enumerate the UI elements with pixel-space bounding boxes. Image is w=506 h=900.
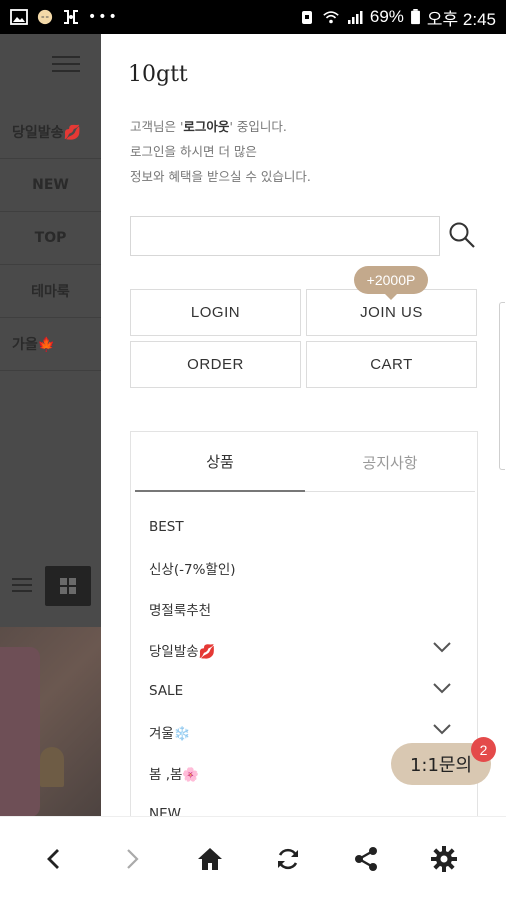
greeting-line: 정보와 혜택을 받으실 수 있습니다. xyxy=(130,169,311,184)
settings-button[interactable] xyxy=(424,841,464,877)
tab-notice[interactable]: 공지사항 xyxy=(305,432,475,492)
back-button[interactable] xyxy=(34,841,74,877)
bg-nav-item: 당일발송💋 xyxy=(0,106,101,159)
menu-icon xyxy=(52,56,80,77)
login-status: 로그아웃 xyxy=(183,119,230,134)
cart-button[interactable]: CART xyxy=(306,341,477,388)
category-item[interactable]: 당일발송💋 xyxy=(131,629,477,670)
order-button[interactable]: ORDER xyxy=(130,341,301,388)
refresh-button[interactable] xyxy=(268,841,308,877)
category-label: 당일발송💋 xyxy=(149,643,216,660)
login-button[interactable]: LOGIN xyxy=(130,289,301,336)
login-status-message: 고객님은 '로그아웃' 중입니다. 로그인을 하시면 더 많은 정보와 혜택을 … xyxy=(130,114,311,189)
side-drawer: 10gtt 고객님은 '로그아웃' 중입니다. 로그인을 하시면 더 많은 정보… xyxy=(101,34,506,816)
image-icon xyxy=(10,9,28,25)
product-image xyxy=(0,627,101,816)
chevron-down-icon[interactable] xyxy=(433,641,451,653)
signal-icon xyxy=(347,11,363,24)
view-toggle xyxy=(0,566,101,606)
wifi-icon xyxy=(323,11,339,24)
chevron-down-icon[interactable] xyxy=(433,682,451,694)
greeting-text: 고객님은 ' xyxy=(130,119,184,134)
search-input[interactable] xyxy=(130,216,440,256)
battery-icon xyxy=(410,9,420,25)
chevron-down-icon[interactable] xyxy=(433,723,451,735)
category-item[interactable]: 명절룩추천 xyxy=(131,588,477,629)
category-item[interactable]: BEST xyxy=(131,506,477,547)
grid-view-icon xyxy=(45,566,91,606)
category-item[interactable]: SALE xyxy=(131,670,477,711)
tab-bar: 상품 공지사항 xyxy=(135,432,475,492)
greeting-line: 로그인을 하시면 더 많은 xyxy=(130,144,257,159)
join-bonus-badge: +2000P xyxy=(354,266,428,300)
category-item[interactable]: NEW xyxy=(131,793,477,817)
battery-percent: 69% xyxy=(369,7,404,26)
home-button[interactable] xyxy=(190,841,230,877)
emoji-icon xyxy=(37,9,53,25)
forward-icon xyxy=(127,849,139,869)
alarm-icon xyxy=(301,11,312,24)
background-nav: 당일발송💋 NEW TOP 테마룩 가을🍁 xyxy=(0,106,101,371)
category-label: 봄 ,봄🌸 xyxy=(149,766,200,783)
scroll-indicator xyxy=(499,302,505,470)
search-icon[interactable] xyxy=(447,220,477,250)
share-button[interactable] xyxy=(346,841,386,877)
category-label: 명절룩추천 xyxy=(149,602,212,619)
category-label: NEW xyxy=(149,805,181,817)
unread-badge: 2 xyxy=(471,737,496,762)
background-page-overlay[interactable]: 당일발송💋 NEW TOP 테마룩 가을🍁 xyxy=(0,34,101,816)
clock: 오후 2:45 xyxy=(426,9,496,29)
category-label: 신상(-7%할인) xyxy=(149,561,236,578)
category-label: BEST xyxy=(149,518,184,535)
bg-nav-item: NEW xyxy=(0,159,101,212)
status-bar: ••• 69% 오후 2:45 xyxy=(0,0,506,34)
list-view-icon xyxy=(12,578,32,596)
category-label: 겨울❄️ xyxy=(149,725,191,742)
settings-icon xyxy=(431,846,457,872)
forward-button[interactable] xyxy=(112,841,152,877)
category-item[interactable]: 신상(-7%할인) xyxy=(131,547,477,588)
bg-nav-item: 테마룩 xyxy=(0,265,101,318)
home-icon xyxy=(198,848,222,870)
bg-nav-item: TOP xyxy=(0,212,101,265)
tab-products[interactable]: 상품 xyxy=(135,432,305,492)
more-icon: ••• xyxy=(88,9,119,25)
greeting-text: ' 중입니다. xyxy=(229,119,287,134)
refresh-icon xyxy=(278,848,298,870)
back-icon xyxy=(47,849,59,869)
share-icon xyxy=(355,847,377,871)
category-label: SALE xyxy=(149,682,184,699)
bracket-icon xyxy=(64,10,78,24)
logo[interactable]: 10gtt xyxy=(128,62,188,87)
bg-nav-item: 가을🍁 xyxy=(0,318,101,371)
browser-bottom-nav xyxy=(0,816,506,900)
